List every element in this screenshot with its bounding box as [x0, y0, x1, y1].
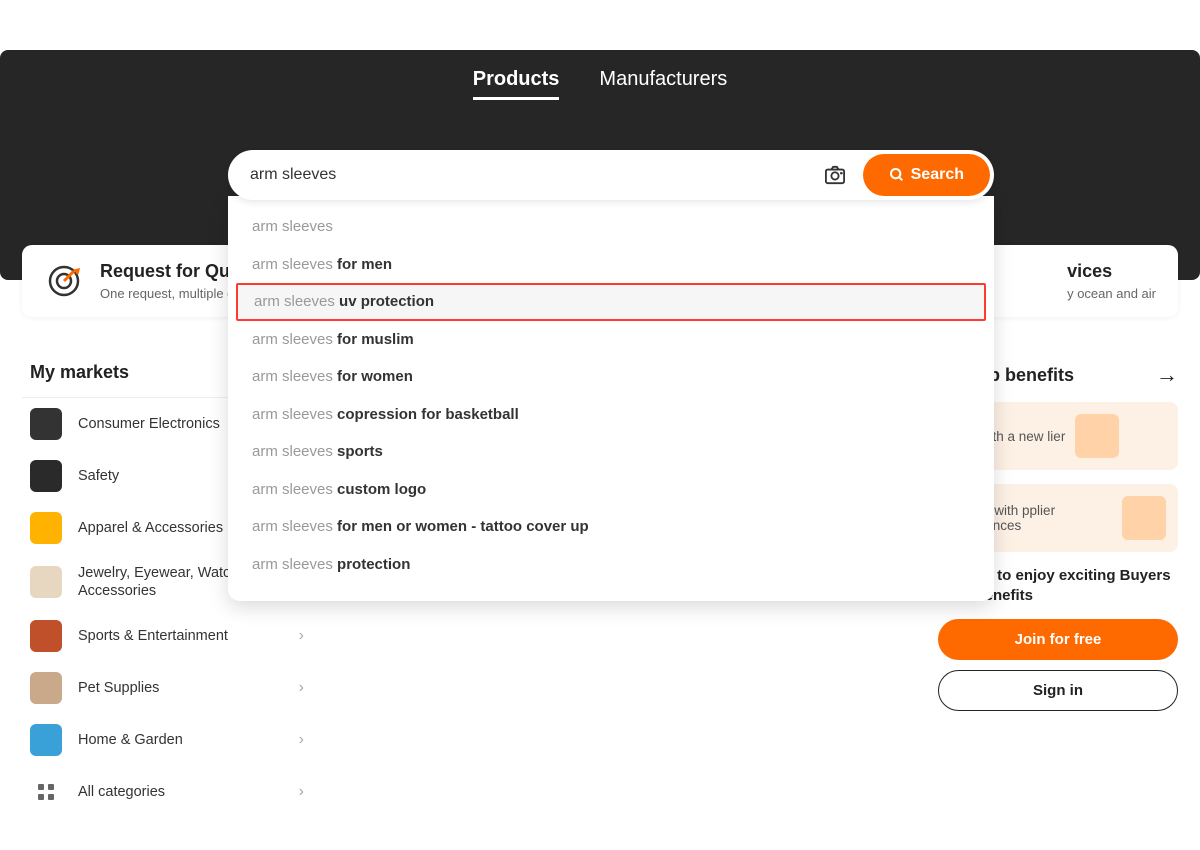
chevron-right-icon: ›: [299, 731, 304, 749]
search-input[interactable]: [250, 154, 807, 196]
clipboard-icon: [1122, 496, 1166, 540]
suggestion-item[interactable]: arm sleeves for men: [228, 246, 994, 284]
category-icon: [30, 408, 62, 440]
suggestion-item[interactable]: arm sleeves copression for basketball: [228, 396, 994, 434]
chevron-right-icon: ›: [299, 783, 304, 801]
suggestion-item[interactable]: arm sleeves for women: [228, 358, 994, 396]
suggestion-item[interactable]: arm sleeves: [228, 208, 994, 246]
category-icon: [30, 566, 62, 598]
search-suggestions-dropdown: arm sleevesarm sleeves for menarm sleeve…: [228, 196, 994, 601]
category-item[interactable]: All categories ›: [22, 766, 312, 818]
category-icon: [30, 776, 62, 808]
category-icon: [30, 672, 62, 704]
rfq-subtitle: One request, multiple q: [100, 286, 241, 301]
search-button[interactable]: Search: [863, 154, 990, 196]
camera-icon: [824, 165, 846, 185]
category-label: Sports & Entertainment: [78, 627, 283, 645]
target-icon: [44, 261, 84, 301]
category-icon: [30, 460, 62, 492]
category-item[interactable]: Home & Garden ›: [22, 714, 312, 766]
category-icon: [30, 724, 62, 756]
services-title: vices: [1067, 261, 1156, 282]
chevron-right-icon: ›: [299, 627, 304, 645]
image-search-button[interactable]: [821, 161, 849, 189]
category-label: Home & Garden: [78, 731, 283, 749]
search-icon: [889, 167, 905, 183]
arrow-right-icon[interactable]: →: [1156, 362, 1178, 388]
suggestion-item[interactable]: arm sleeves for muslim: [228, 321, 994, 359]
category-label: Pet Supplies: [78, 679, 283, 697]
category-item[interactable]: Pet Supplies ›: [22, 662, 312, 714]
chevron-right-icon: ›: [299, 679, 304, 697]
category-icon: [30, 620, 62, 652]
suggestion-item[interactable]: arm sleeves custom logo: [228, 471, 994, 509]
suggestion-item[interactable]: arm sleeves uv protection: [236, 283, 986, 321]
search-bar: Search: [228, 150, 994, 200]
tab-manufacturers[interactable]: Manufacturers: [599, 68, 727, 100]
services-subtitle: y ocean and air: [1067, 286, 1156, 301]
suggestion-item[interactable]: arm sleeves sports: [228, 433, 994, 471]
category-label: All categories: [78, 783, 283, 801]
search-button-label: Search: [911, 166, 964, 184]
rfq-title: Request for Quo: [100, 261, 241, 282]
join-for-free-button[interactable]: Join for free: [938, 619, 1178, 660]
coupon-icon: [1075, 414, 1119, 458]
suggestion-item[interactable]: arm sleeves protection: [228, 546, 994, 584]
category-item[interactable]: Sports & Entertainment ›: [22, 610, 312, 662]
search-type-tabs: Products Manufacturers: [0, 50, 1200, 100]
sign-in-button[interactable]: Sign in: [938, 670, 1178, 711]
category-icon: [30, 512, 62, 544]
tab-products[interactable]: Products: [473, 68, 560, 100]
suggestion-item[interactable]: arm sleeves for men or women - tattoo co…: [228, 508, 994, 546]
